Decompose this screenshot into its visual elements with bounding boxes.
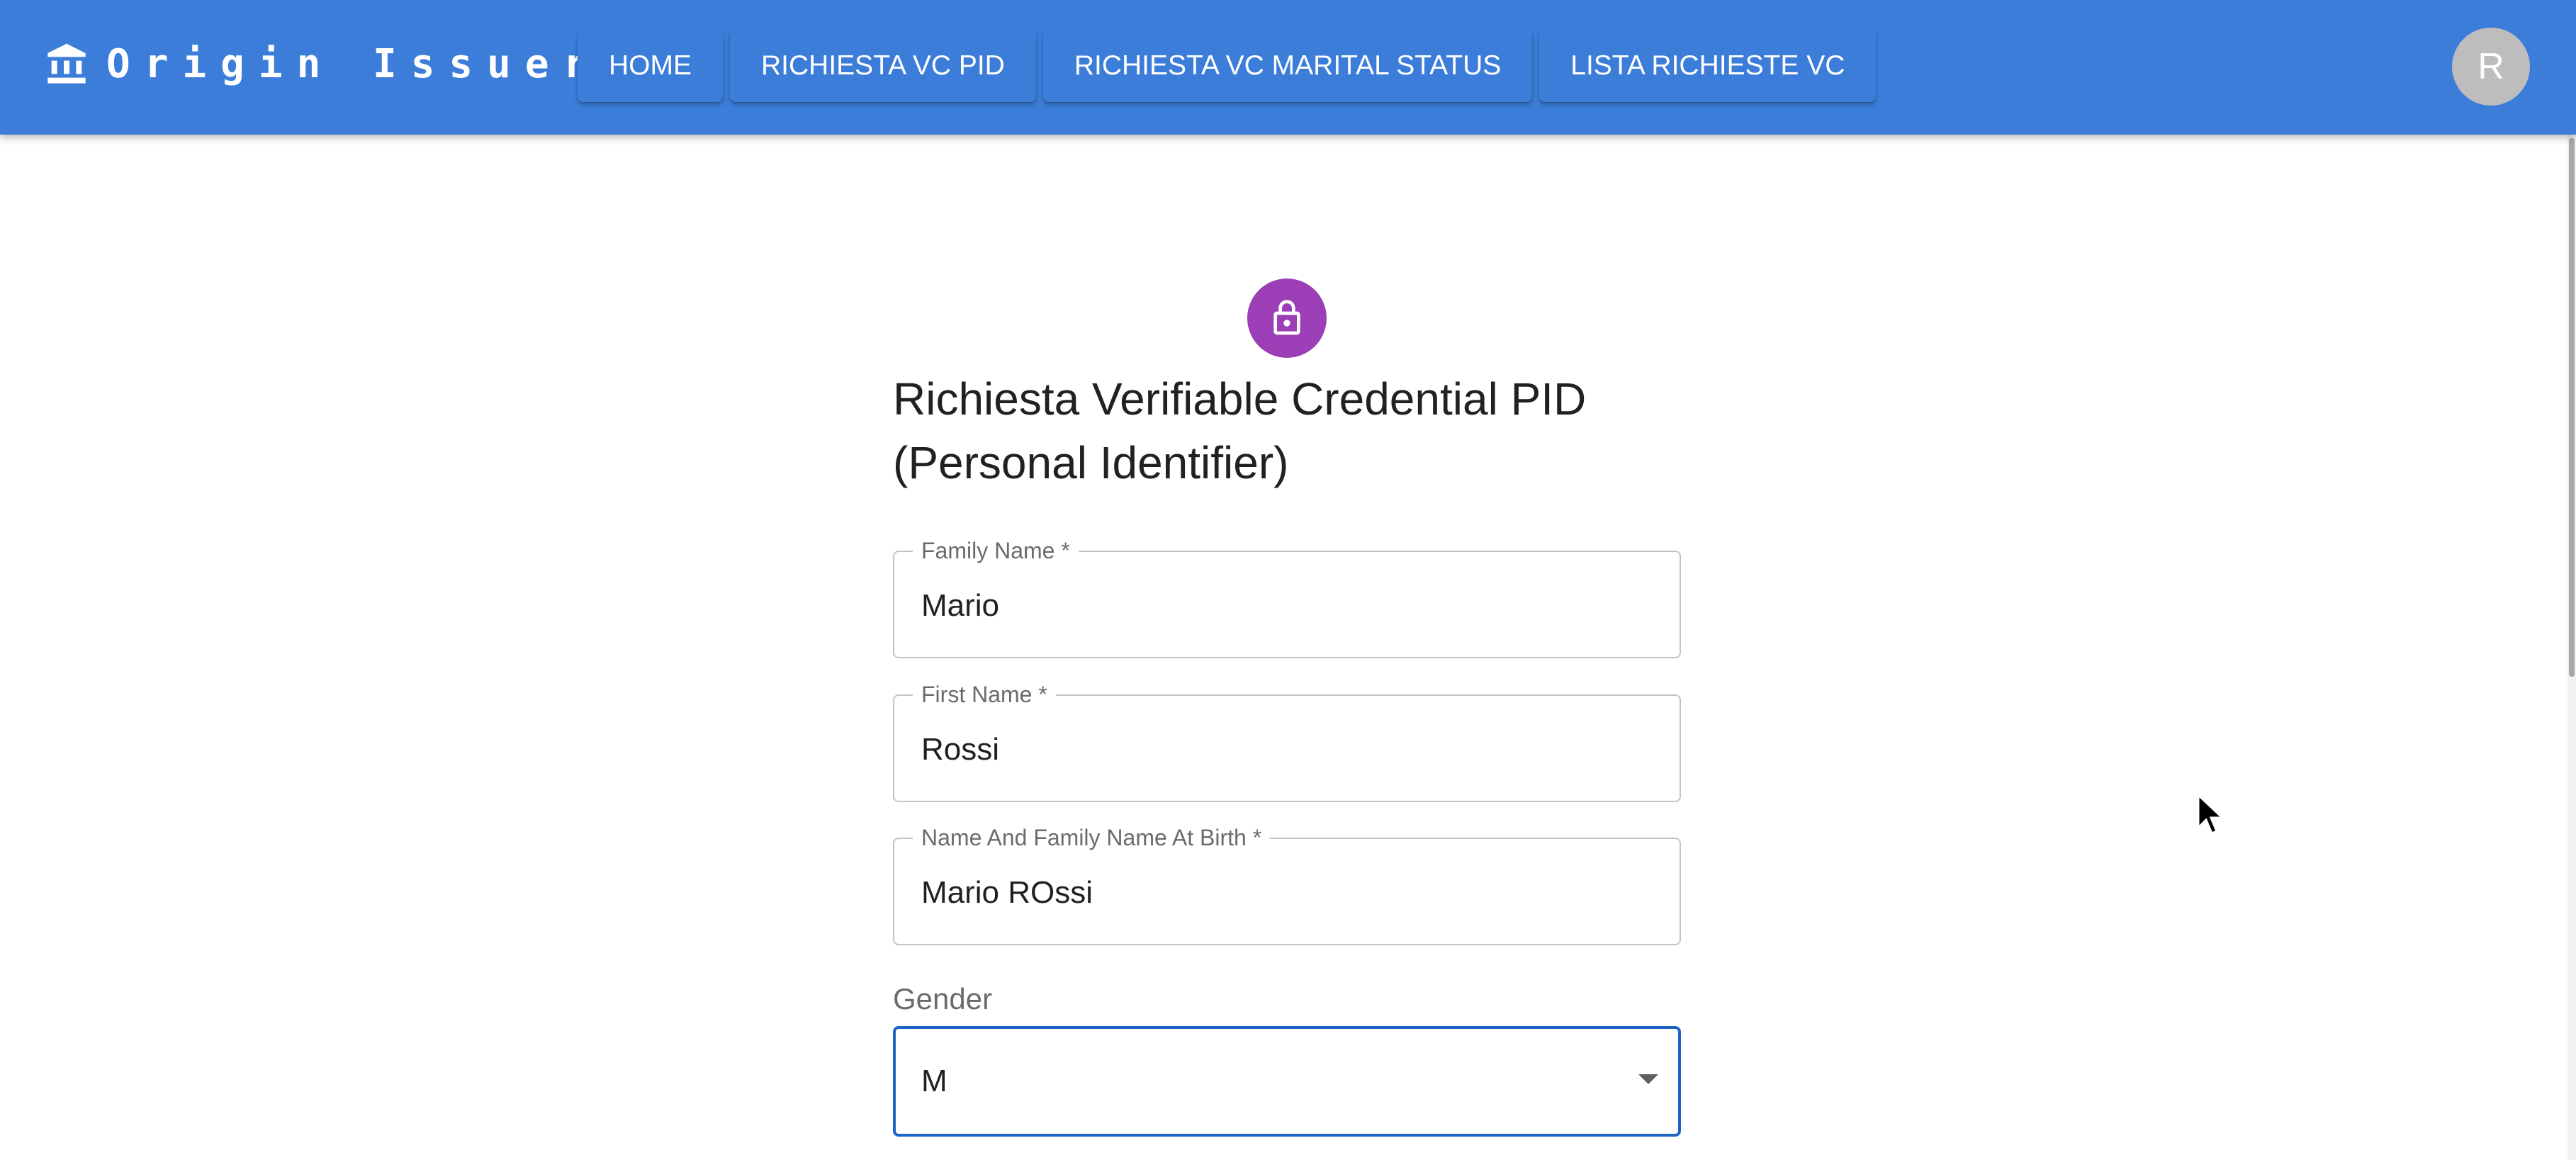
first-name-field[interactable]: First Name * Rossi [893,680,1681,802]
first-name-value[interactable]: Rossi [921,730,999,770]
lock-icon [1273,300,1300,335]
brand-title: Origin Issuer [106,41,602,87]
brand[interactable]: Origin Issuer [44,40,601,89]
lock-avatar [1247,278,1327,358]
gender-selected-value[interactable]: M [921,1062,947,1101]
main-nav: HOME RICHIESTA VC PID RICHIESTA VC MARIT… [578,30,1877,102]
family-name-value[interactable]: Mario [921,586,999,626]
gender-select[interactable]: M [893,1026,1681,1137]
page-title-line2: (Personal Identifier) [893,437,1289,488]
gender-label: Gender [893,982,993,1015]
nav-richiesta-vc-pid-button[interactable]: RICHIESTA VC PID [730,30,1036,102]
scrollbar-thumb[interactable] [2569,138,2575,677]
bank-icon [47,43,86,84]
birth-name-value[interactable]: Mario ROssi [921,873,1093,913]
page-title-line1: Richiesta Verifiable Credential PID [893,373,1587,424]
nav-lista-richieste-vc-button[interactable]: LISTA RICHIESTE VC [1539,30,1877,102]
chevron-down-icon[interactable] [1638,1074,1658,1084]
mouse-cursor-icon [2197,794,2225,835]
nav-richiesta-vc-marital-status-button[interactable]: RICHIESTA VC MARITAL STATUS [1042,30,1533,102]
app-bar: Origin Issuer HOME RICHIESTA VC PID RICH… [0,0,2576,135]
family-name-label: Family Name * [913,536,1079,565]
page-title: Richiesta Verifiable Credential PID (Per… [893,367,1687,495]
family-name-field[interactable]: Family Name * Mario [893,536,1681,658]
user-avatar[interactable]: R [2452,28,2530,106]
nav-home-button[interactable]: HOME [578,30,723,102]
birth-name-label: Name And Family Name At Birth * [913,823,1271,852]
birth-name-field[interactable]: Name And Family Name At Birth * Mario RO… [893,823,1681,945]
first-name-label: First Name * [913,680,1056,709]
